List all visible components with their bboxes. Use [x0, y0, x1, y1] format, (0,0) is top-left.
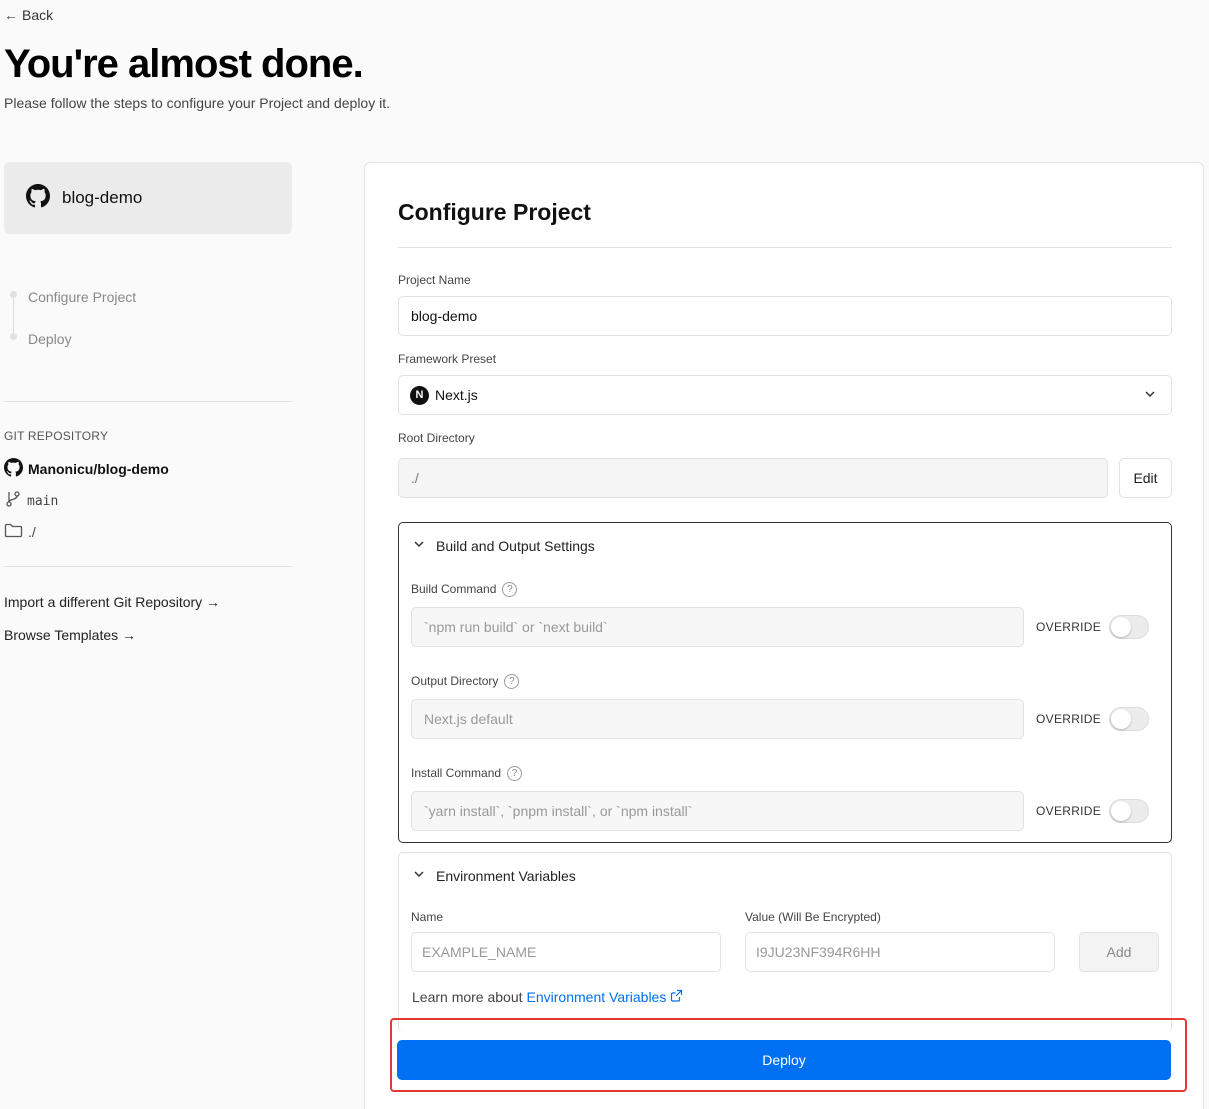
external-link-icon: [670, 989, 683, 1005]
root-directory-value: ./: [411, 470, 419, 486]
help-icon[interactable]: ?: [507, 766, 523, 782]
import-different-repo-link[interactable]: Import a different Git Repository →: [4, 594, 220, 610]
github-icon: [26, 183, 50, 213]
page-subtitle: Please follow the steps to configure you…: [4, 95, 390, 111]
install-command-input[interactable]: `yarn install`, `pnpm install`, or `npm …: [411, 791, 1024, 831]
page-title: You're almost done.: [4, 42, 364, 86]
learn-more-text: Learn more about Environment Variables: [412, 989, 683, 1005]
env-name-placeholder: EXAMPLE_NAME: [422, 944, 537, 960]
help-icon[interactable]: ?: [502, 582, 518, 598]
output-directory-label-text: Output Directory: [411, 674, 499, 688]
project-name-value: blog-demo: [411, 308, 478, 324]
step-configure-project: Configure Project: [4, 276, 292, 318]
toggle-knob: [1111, 617, 1131, 637]
step-label: Deploy: [28, 331, 72, 347]
deploy-button[interactable]: Deploy: [397, 1040, 1171, 1080]
git-repo-name: Manonicu/blog-demo: [28, 461, 169, 477]
step-dot: [10, 291, 17, 298]
git-branch-row: main: [4, 490, 58, 512]
root-directory-label: Root Directory: [398, 431, 475, 445]
env-value-label: Value (Will Be Encrypted): [745, 910, 881, 924]
build-command-label: Build Command?: [411, 582, 518, 598]
build-settings-toggle[interactable]: Build and Output Settings: [412, 537, 595, 554]
env-name-label: Name: [411, 910, 444, 924]
git-branch-icon: [4, 490, 22, 512]
build-command-override-toggle[interactable]: [1109, 615, 1149, 639]
env-value-placeholder: I9JU23NF394R6HH: [756, 944, 881, 960]
back-link[interactable]: ← Back: [4, 7, 53, 23]
arrow-left-icon: ←: [4, 7, 18, 23]
git-directory: ./: [28, 523, 36, 540]
install-command-label-text: Install Command: [411, 766, 502, 780]
steps-list: Configure Project Deploy: [4, 276, 292, 360]
output-directory-label: Output Directory?: [411, 674, 520, 690]
root-directory-input: ./: [398, 458, 1108, 498]
env-value-input[interactable]: I9JU23NF394R6HH: [745, 932, 1055, 972]
output-directory-input[interactable]: Next.js default: [411, 699, 1024, 739]
output-directory-override-toggle[interactable]: [1109, 707, 1149, 731]
project-name-input[interactable]: blog-demo: [398, 296, 1172, 336]
install-command-override-toggle[interactable]: [1109, 799, 1149, 823]
git-repo-row[interactable]: Manonicu/blog-demo: [4, 458, 169, 480]
repo-card: blog-demo: [4, 162, 292, 234]
project-name-label: Project Name: [398, 273, 471, 287]
framework-preset-label: Framework Preset: [398, 352, 497, 366]
override-label: OVERRIDE: [1036, 804, 1102, 818]
toggle-knob: [1111, 801, 1131, 821]
build-settings-title: Build and Output Settings: [436, 537, 595, 554]
learn-more-prefix: Learn more about: [412, 989, 523, 1005]
install-command-placeholder: `yarn install`, `pnpm install`, or `npm …: [424, 803, 693, 819]
sidebar-divider: [4, 566, 292, 567]
card-divider: [398, 247, 1172, 248]
help-icon[interactable]: ?: [504, 674, 520, 690]
git-repository-heading: GIT REPOSITORY: [4, 429, 109, 443]
step-label: Configure Project: [28, 289, 137, 305]
build-command-label-text: Build Command: [411, 582, 497, 596]
toggle-knob: [1111, 709, 1131, 729]
configure-project-card: Configure Project Project Name blog-demo…: [364, 162, 1204, 1109]
build-command-input[interactable]: `npm run build` or `next build`: [411, 607, 1024, 647]
environment-variables-panel: Environment Variables Name Value (Will B…: [398, 852, 1172, 1032]
framework-preset-select[interactable]: N Next.js: [398, 375, 1172, 415]
output-directory-placeholder: Next.js default: [424, 711, 513, 727]
github-icon: [4, 458, 23, 480]
env-name-input[interactable]: EXAMPLE_NAME: [411, 932, 721, 972]
add-env-var-button[interactable]: Add: [1079, 932, 1159, 972]
chevron-down-icon: [412, 537, 426, 554]
edit-root-directory-button[interactable]: Edit: [1119, 458, 1172, 498]
framework-value: Next.js: [435, 387, 478, 403]
chevron-down-icon: [1143, 387, 1157, 404]
sidebar-divider: [4, 401, 292, 402]
step-deploy: Deploy: [4, 318, 292, 360]
nextjs-logo-icon: N: [410, 385, 429, 405]
chevron-down-icon: [412, 867, 426, 884]
configure-title: Configure Project: [398, 199, 591, 225]
git-branch-name: main: [27, 493, 59, 509]
folder-icon: [4, 522, 23, 541]
install-command-label: Install Command?: [411, 766, 523, 782]
git-directory-row: ./: [4, 522, 36, 541]
override-label: OVERRIDE: [1036, 712, 1102, 726]
build-output-settings-panel: Build and Output Settings Build Command?…: [398, 522, 1172, 843]
repo-card-name: blog-demo: [62, 188, 143, 207]
browse-templates-link[interactable]: Browse Templates →: [4, 627, 136, 643]
override-label: OVERRIDE: [1036, 620, 1102, 634]
environment-variables-link[interactable]: Environment Variables: [527, 989, 667, 1005]
env-vars-title: Environment Variables: [436, 867, 576, 884]
step-dot: [10, 333, 17, 340]
env-vars-toggle[interactable]: Environment Variables: [412, 867, 576, 884]
build-command-placeholder: `npm run build` or `next build`: [424, 619, 608, 635]
back-label: Back: [22, 7, 54, 23]
page: ← Back You're almost done. Please follow…: [0, 0, 1209, 1109]
